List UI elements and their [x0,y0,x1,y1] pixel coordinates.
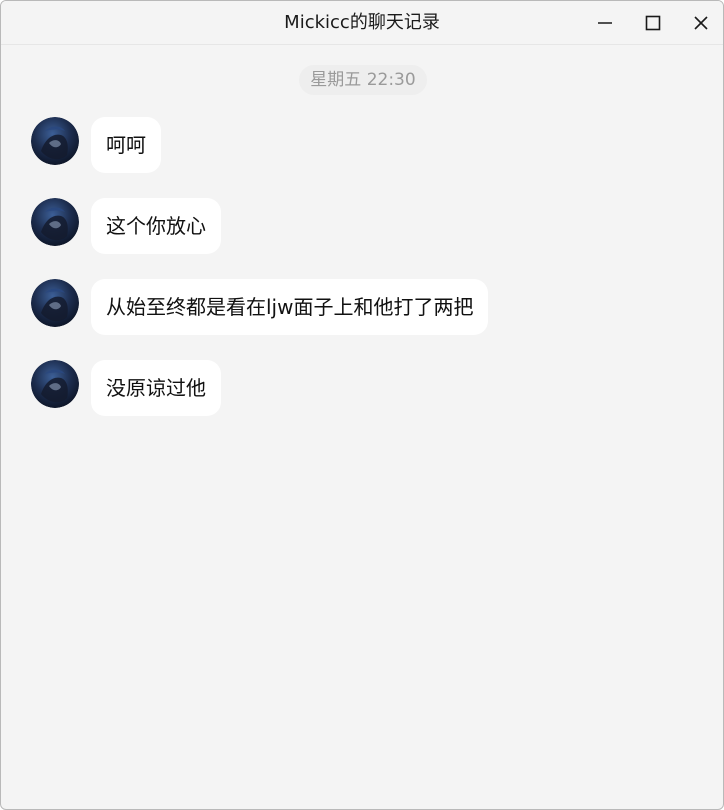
close-icon [694,15,708,30]
message-bubble[interactable]: 从始至终都是看在ljw面子上和他打了两把 [91,279,489,335]
avatar[interactable] [31,279,79,327]
avatar[interactable] [31,360,79,408]
maximize-button[interactable] [630,1,676,44]
close-button[interactable] [678,1,723,44]
chat-history-window: Mickicc的聊天记录 星期五 22:30 呵呵 这个你放心 从始至终都是看在… [0,0,724,810]
avatar-image [31,117,79,165]
maximize-icon [645,15,661,30]
message-bubble[interactable]: 呵呵 [91,117,161,173]
avatar[interactable] [31,198,79,246]
avatar[interactable] [31,117,79,165]
avatar-image [31,198,79,246]
minimize-button[interactable] [582,1,628,44]
minimize-icon [598,21,612,24]
avatar-image [31,279,79,327]
message-bubble[interactable]: 没原谅过他 [91,360,221,416]
title-bar[interactable]: Mickicc的聊天记录 [1,1,723,45]
avatar-image [31,360,79,408]
message-bubble[interactable]: 这个你放心 [91,198,221,254]
message-timestamp: 星期五 22:30 [299,65,427,95]
